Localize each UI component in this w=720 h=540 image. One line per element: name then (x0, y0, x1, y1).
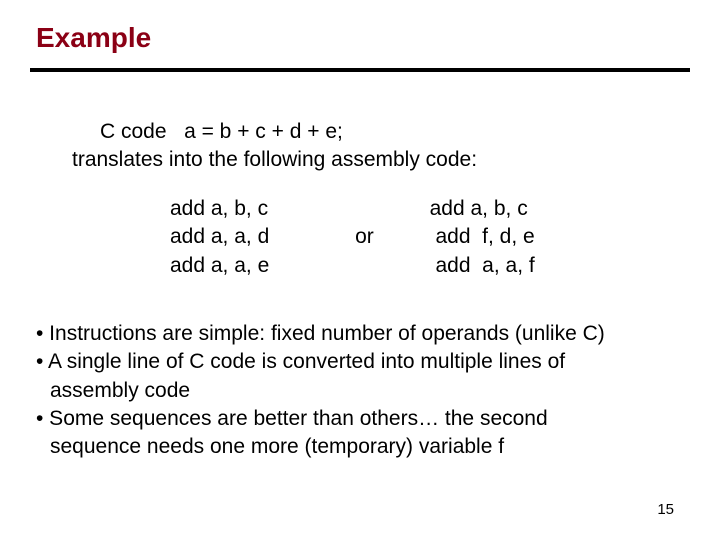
code-right-column: add a, b, c add f, d, e add a, a, f (430, 195, 535, 280)
code-left-line-1: add a, b, c (170, 195, 269, 223)
bullet-2-cont: assembly code (50, 377, 605, 405)
bullet-2: • A single line of C code is converted i… (36, 348, 605, 376)
bullet-list: • Instructions are simple: fixed number … (36, 320, 605, 462)
code-or-label: or (355, 223, 374, 251)
code-left-column: add a, b, c add a, a, d add a, a, e (170, 195, 269, 280)
code-right-line-1: add a, b, c (430, 195, 535, 223)
title-underline (30, 68, 690, 72)
bullet-3: • Some sequences are better than others…… (36, 405, 605, 433)
intro-line-2: translates into the following assembly c… (72, 146, 477, 174)
intro-c-code-label: C code (100, 120, 167, 143)
slide-title: Example (36, 22, 151, 54)
intro-expression: a = b + c + d + e; (184, 120, 343, 143)
code-right-line-2: add f, d, e (430, 223, 535, 251)
slide: Example C code a = b + c + d + e; transl… (0, 0, 720, 540)
intro-line-1: C code a = b + c + d + e; (100, 118, 477, 146)
bullet-3-cont: sequence needs one more (temporary) vari… (50, 433, 605, 461)
page-number: 15 (657, 501, 674, 518)
code-left-line-3: add a, a, e (170, 252, 269, 280)
code-left-line-2: add a, a, d (170, 223, 269, 251)
code-right-line-3: add a, a, f (430, 252, 535, 280)
bullet-1: • Instructions are simple: fixed number … (36, 320, 605, 348)
code-area: add a, b, c add a, a, d add a, a, e or a… (100, 195, 620, 280)
intro-block: C code a = b + c + d + e; translates int… (100, 118, 477, 175)
